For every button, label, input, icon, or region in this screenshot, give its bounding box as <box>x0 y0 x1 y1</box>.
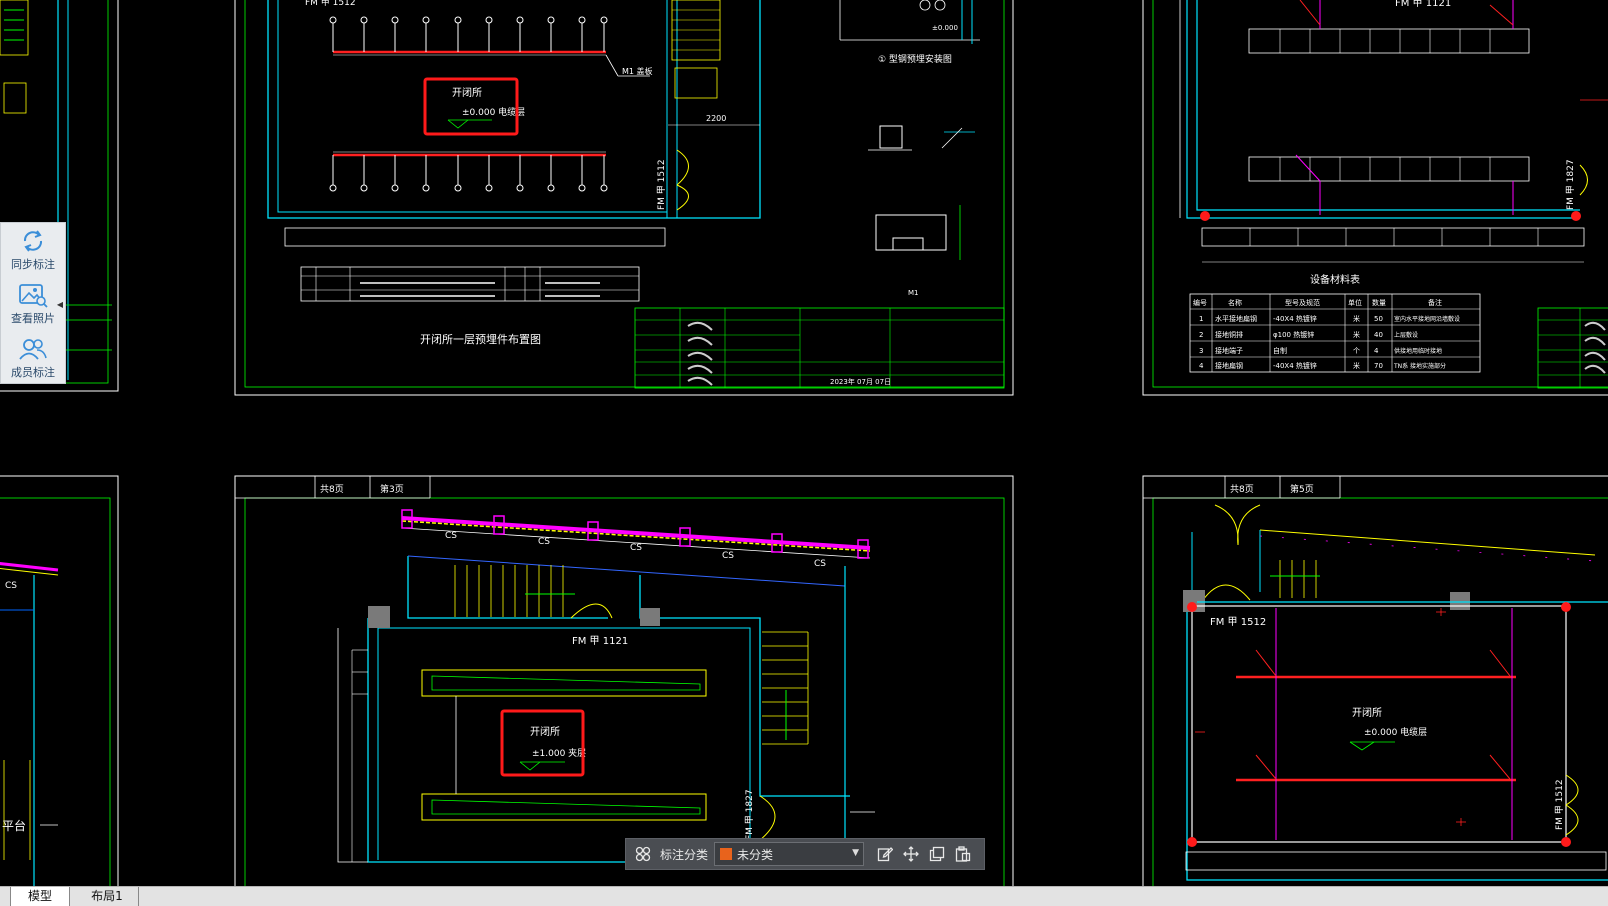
left-cs-label: CS <box>5 581 17 591</box>
sheet1-date: 2023年 07月 07日 <box>830 377 891 386</box>
left-partial-sheet-bottom: CS 平台 <box>0 475 119 886</box>
mt-r0c5: 室内水平接地网沿墙敷设 <box>1394 315 1460 323</box>
sheet1-detail-title: ① 型钢预埋安装图 <box>878 53 952 65</box>
mt-r0c0: 1 <box>1199 315 1203 323</box>
mt-r2c4: 4 <box>1374 347 1379 355</box>
sheet4-hdr-pages: 共8页 <box>1230 484 1254 495</box>
materials-table: 编号 名称 型号及规范 单位 数量 备注 1 水平接地扁钢 -40X4 热镀锌 … <box>1189 293 1481 373</box>
sheet1-callout: M1 盖板 <box>622 66 653 76</box>
paste-icon <box>955 846 971 862</box>
cs-label-4: CS <box>814 559 826 569</box>
member-annotation-button[interactable]: 成员标注 <box>1 331 65 385</box>
cs-label-0: CS <box>445 531 457 541</box>
tab-layout1[interactable]: 布局1 <box>76 887 139 906</box>
edit-icon <box>877 847 894 862</box>
members-icon <box>19 339 47 360</box>
edit-button[interactable] <box>872 841 898 867</box>
sheet-2: FM 甲 1121 FM 甲 1827 设备材料表 编号 名称 型号及规范 单位… <box>1142 0 1608 396</box>
tab-model[interactable]: 模型 <box>10 887 70 906</box>
sheet3-hdr-page: 第3页 <box>380 483 404 495</box>
left-platform-label: 平台 <box>2 818 26 833</box>
move-button[interactable] <box>898 841 924 867</box>
mt-r1c5: 上层敷设 <box>1394 331 1418 339</box>
mt-r0c2: -40X4 热镀锌 <box>1273 314 1317 323</box>
annotation-box-2[interactable] <box>500 709 585 777</box>
mt-r1c1: 接地铜排 <box>1215 330 1243 339</box>
member-annotation-label: 成员标注 <box>11 366 55 379</box>
photo-icon <box>19 284 48 308</box>
sheet3-room-name: 开闭所 <box>530 725 560 738</box>
copy-icon <box>929 846 945 862</box>
cs-label-3: CS <box>722 551 734 561</box>
mt-r3c1: 接地扁钢 <box>1215 361 1243 370</box>
mt-h5: 备注 <box>1428 298 1442 307</box>
sync-icon <box>23 230 43 252</box>
mt-r2c1: 接地端子 <box>1215 346 1243 355</box>
mt-r1c3: 米 <box>1353 330 1360 339</box>
mt-r3c0: 4 <box>1199 362 1204 370</box>
sheet4-door-side: FM 甲 1512 <box>1554 779 1565 830</box>
annotation-category-toolbar: 标注分类 未分类 ▼ <box>625 838 985 870</box>
chevron-down-icon: ▼ <box>852 848 860 858</box>
sheet1-detail-level: ±0.000 <box>932 24 958 32</box>
mt-r0c4: 50 <box>1374 315 1383 323</box>
mt-h0: 编号 <box>1193 298 1207 307</box>
sheet2-table-title: 设备材料表 <box>1310 273 1360 286</box>
sheet3-door-side: FM 甲 1827 <box>744 789 755 840</box>
mt-h1: 名称 <box>1228 298 1242 307</box>
sync-annotation-label: 同步标注 <box>11 258 55 271</box>
category-select[interactable]: 未分类 ▼ <box>714 842 865 866</box>
category-label: 标注分类 <box>660 847 709 862</box>
sheet3-door: FM 甲 1121 <box>572 636 628 647</box>
sheet3-room-level: ±1.000 夹层 <box>532 747 586 759</box>
sheet1-door-side: FM 甲 1512 <box>656 159 667 210</box>
layout-tab-bar: 模型 布局1 <box>0 886 1608 906</box>
category-value: 未分类 <box>737 847 774 862</box>
category-color-swatch <box>720 848 733 860</box>
cad-drawing: CS 平台 FM 甲 1512 M1 盖板 开闭所 ±0.000 电缆层 220… <box>0 0 1608 886</box>
mt-r2c2: 自制 <box>1273 346 1287 355</box>
mt-h2: 型号及规范 <box>1285 298 1320 307</box>
sheet4-door-top: FM 甲 1512 <box>1210 617 1266 628</box>
sheet4-room-level: ±0.000 电缆层 <box>1364 726 1427 738</box>
mt-h3: 单位 <box>1348 298 1362 307</box>
sheet2-door-side: FM 甲 1827 <box>1565 159 1576 210</box>
cad-drawing-canvas[interactable]: CS 平台 FM 甲 1512 M1 盖板 开闭所 ±0.000 电缆层 220… <box>0 0 1608 886</box>
mt-r2c5: 供接地用临时接地 <box>1394 347 1442 355</box>
grid-icon <box>635 846 651 862</box>
cs-label-1: CS <box>538 537 550 547</box>
sheet1-title: 开闭所一层预埋件布置图 <box>420 333 541 346</box>
mt-r3c2: -40X4 热镀锌 <box>1273 361 1317 370</box>
mt-r3c4: 70 <box>1374 362 1383 370</box>
mt-r0c1: 水平接地扁钢 <box>1215 314 1257 323</box>
mt-r1c0: 2 <box>1199 331 1203 339</box>
sheet-3: 共8页 第3页 CS CS CS CS CS FM 甲 1121 开闭所 ±1.… <box>234 475 1014 886</box>
mt-r0c3: 米 <box>1353 314 1360 323</box>
mt-r3c5: TN系 接地实施部分 <box>1393 362 1446 370</box>
mt-r3c3: 米 <box>1353 361 1360 370</box>
sheet3-hdr-pages: 共8页 <box>320 484 344 495</box>
cs-label-2: CS <box>630 543 642 553</box>
sheet1-door-top: FM 甲 1512 <box>305 0 356 8</box>
copy-button[interactable] <box>924 841 950 867</box>
mt-r2c3: 个 <box>1353 347 1360 355</box>
sheet4-hdr-page: 第5页 <box>1290 483 1314 495</box>
sheet2-door-top: FM 甲 1121 <box>1395 0 1451 9</box>
mt-r2c0: 3 <box>1199 347 1203 355</box>
sheet4-room-name: 开闭所 <box>1352 706 1382 719</box>
sync-annotation-button[interactable]: 同步标注 <box>1 223 65 277</box>
view-photos-label: 查看照片 <box>11 312 55 325</box>
grid-button[interactable] <box>630 841 656 867</box>
sheet-1: FM 甲 1512 M1 盖板 开闭所 ±0.000 电缆层 2200 FM 甲… <box>234 0 1014 396</box>
sheet1-detail-num: M1 <box>908 289 919 297</box>
sheet-4: 共8页 第5页 FM 甲 1512 开闭所 ±0.000 电缆层 FM 甲 15… <box>1142 475 1608 886</box>
sheet1-dim: 2200 <box>706 114 726 123</box>
mt-r1c2: φ100 热镀锌 <box>1273 330 1314 339</box>
mt-h4: 数量 <box>1372 298 1386 307</box>
collapse-left-icon[interactable]: ◀ <box>56 300 64 310</box>
move-icon <box>903 846 919 862</box>
paste-button[interactable] <box>950 841 976 867</box>
mt-r1c4: 40 <box>1374 331 1383 339</box>
sheet1-room-name: 开闭所 <box>452 86 482 99</box>
